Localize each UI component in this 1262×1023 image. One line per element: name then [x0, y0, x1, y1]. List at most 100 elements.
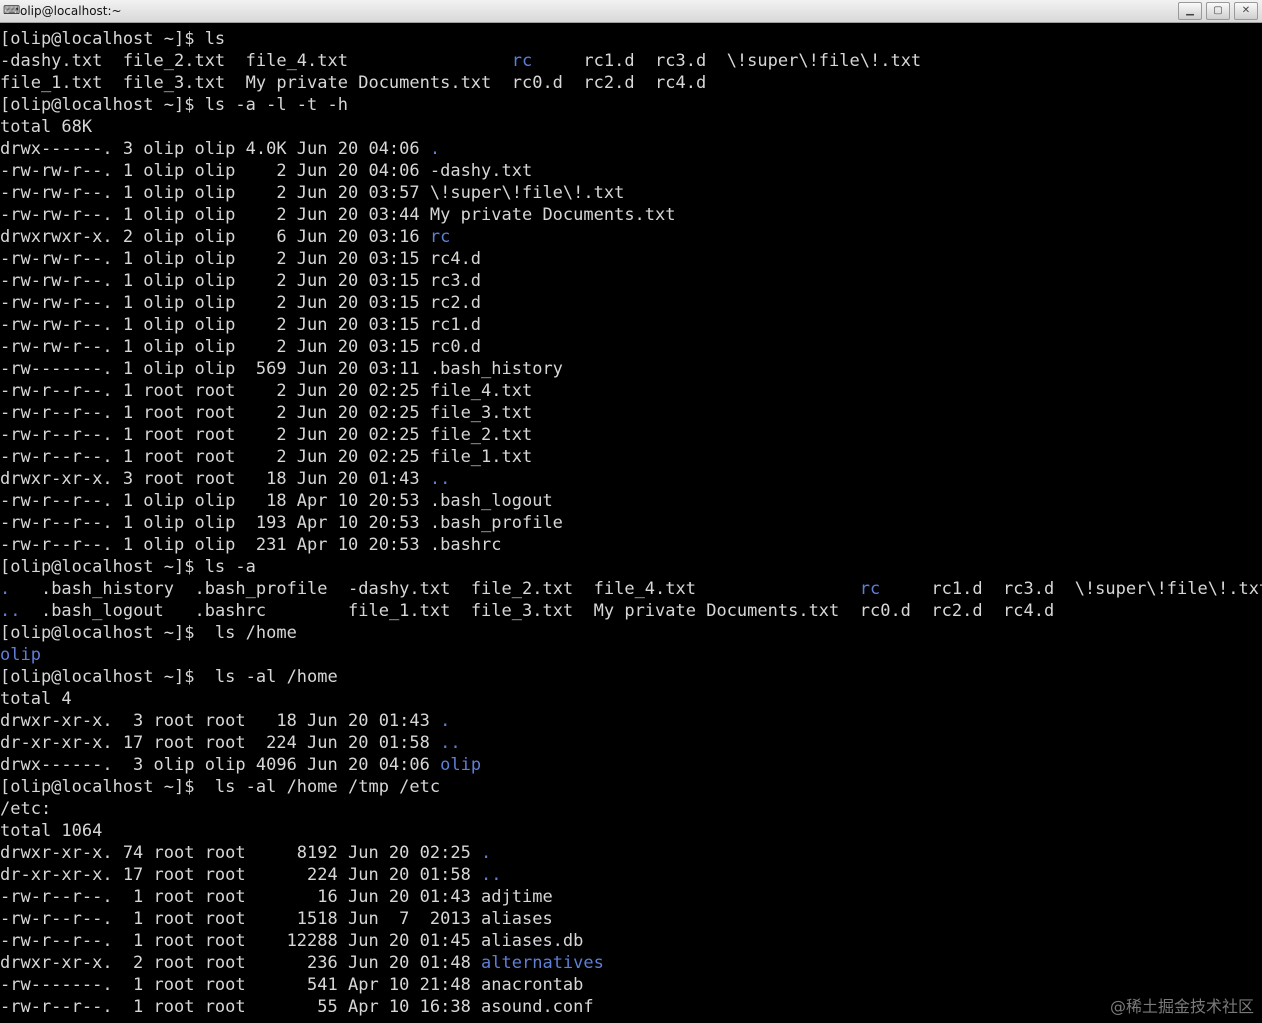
- terminal-line: -rw-r--r--. 1 olip olip 18 Apr 10 20:53 …: [0, 490, 1262, 512]
- terminal-line: -dashy.txt file_2.txt file_4.txt rc rc1.…: [0, 50, 1262, 72]
- terminal-text: -rw-r--r--. 1 root root 12288 Jun 20 01:…: [0, 931, 584, 951]
- terminal-line: file_1.txt file_3.txt My private Documen…: [0, 72, 1262, 94]
- terminal-text: -rw-rw-r--. 1 olip olip 2 Jun 20 03:57 \…: [0, 183, 625, 203]
- terminal-text: -rw-r--r--. 1 root root 55 Apr 10 16:38 …: [0, 997, 594, 1017]
- terminal-text: -rw-r--r--. 1 root root 2 Jun 20 02:25 f…: [0, 381, 533, 401]
- terminal-text: -rw-r--r--. 1 root root 1518 Jun 7 2013 …: [0, 909, 553, 929]
- terminal-line: -rw-rw-r--. 1 olip olip 2 Jun 20 03:15 r…: [0, 292, 1262, 314]
- directory-name: .: [481, 843, 492, 863]
- terminal-text: [olip@localhost ~]$ ls: [0, 29, 226, 49]
- terminal-line: /etc:: [0, 798, 1262, 820]
- terminal-text: .bash_history .bash_profile -dashy.txt f…: [10, 579, 860, 599]
- terminal-line: -rw-r--r--. 1 olip olip 193 Apr 10 20:53…: [0, 512, 1262, 534]
- terminal-line: [olip@localhost ~]$ ls: [0, 28, 1262, 50]
- terminal-line: -rw-------. 1 olip olip 569 Jun 20 03:11…: [0, 358, 1262, 380]
- terminal-output[interactable]: [olip@localhost ~]$ ls -dashy.txt file_2.…: [0, 28, 1262, 1023]
- terminal-line: -rw-rw-r--. 1 olip olip 2 Jun 20 03:57 \…: [0, 182, 1262, 204]
- terminal-text: drwx------. 3 olip olip 4.0K Jun 20 04:0…: [0, 139, 430, 159]
- terminal-text: drwxr-xr-x. 74 root root 8192 Jun 20 02:…: [0, 843, 482, 863]
- terminal-line: dr-xr-xr-x. 17 root root 224 Jun 20 01:5…: [0, 864, 1262, 886]
- terminal-line: olip: [0, 644, 1262, 666]
- terminal-line: -rw-r--r--. 1 root root 12288 Jun 20 01:…: [0, 930, 1262, 952]
- terminal-line: total 1064: [0, 820, 1262, 842]
- terminal-text: -rw-------. 1 olip olip 569 Jun 20 03:11…: [0, 359, 563, 379]
- terminal-text: -rw-rw-r--. 1 olip olip 2 Jun 20 03:15 r…: [0, 337, 482, 357]
- terminal-text: -rw-r--r--. 1 olip olip 193 Apr 10 20:53…: [0, 513, 563, 533]
- directory-name: olip: [0, 645, 41, 665]
- terminal-line: -rw-rw-r--. 1 olip olip 2 Jun 20 03:15 r…: [0, 336, 1262, 358]
- terminal-line: -rw-r--r--. 1 root root 55 Apr 10 16:38 …: [0, 996, 1262, 1018]
- directory-name: ..: [0, 601, 21, 621]
- terminal-text: -rw-------. 1 root root 541 Apr 10 21:48…: [0, 975, 584, 995]
- terminal-text: .bash_logout .bashrc file_1.txt file_3.t…: [20, 601, 1055, 621]
- maximize-button[interactable]: ▢: [1206, 2, 1230, 20]
- directory-name: ..: [481, 865, 502, 885]
- window-controls: ▁ ▢ ✕: [1178, 2, 1258, 20]
- directory-name: rc: [429, 227, 451, 247]
- terminal-line: dr-xr-xr-x. 17 root root 224 Jun 20 01:5…: [0, 732, 1262, 754]
- minimize-button[interactable]: ▁: [1178, 2, 1202, 20]
- terminal-line: drwxr-xr-x. 3 root root 18 Jun 20 01:43 …: [0, 468, 1262, 490]
- terminal-text: [olip@localhost ~]$ ls /home: [0, 623, 297, 643]
- terminal-text: -rw-r--r--. 1 root root 2 Jun 20 02:25 f…: [0, 403, 533, 423]
- terminal-line: [olip@localhost ~]$ ls -al /home /tmp /e…: [0, 776, 1262, 798]
- terminal-text: -rw-rw-r--. 1 olip olip 2 Jun 20 03:15 r…: [0, 315, 482, 335]
- terminal-line: . .bash_history .bash_profile -dashy.txt…: [0, 578, 1262, 600]
- terminal-line: drwx------. 3 olip olip 4.0K Jun 20 04:0…: [0, 138, 1262, 160]
- terminal-line: [olip@localhost ~]$ ls /home: [0, 622, 1262, 644]
- directory-name: .: [440, 711, 451, 731]
- terminal-text: -rw-r--r--. 1 root root 2 Jun 20 02:25 f…: [0, 447, 533, 467]
- terminal-text: -rw-rw-r--. 1 olip olip 2 Jun 20 03:15 r…: [0, 271, 482, 291]
- directory-name: rc: [859, 579, 881, 599]
- terminal-line: .. .bash_logout .bashrc file_1.txt file_…: [0, 600, 1262, 622]
- terminal-line: [olip@localhost ~]$ ls -a: [0, 556, 1262, 578]
- terminal-text: rc1.d rc3.d \!super\!file\!.txt: [532, 51, 922, 71]
- terminal-line: -rw-rw-r--. 1 olip olip 2 Jun 20 03:15 r…: [0, 270, 1262, 292]
- window-title: olip@localhost:~: [20, 4, 122, 18]
- terminal-line: -rw-r--r--. 1 root root 2 Jun 20 02:25 f…: [0, 380, 1262, 402]
- terminal-text: -rw-rw-r--. 1 olip olip 2 Jun 20 03:15 r…: [0, 293, 482, 313]
- terminal-text: -rw-rw-r--. 1 olip olip 2 Jun 20 03:44 M…: [0, 205, 676, 225]
- terminal-line: drwxr-xr-x. 2 root root 236 Jun 20 01:48…: [0, 952, 1262, 974]
- terminal-line: drwxrwxr-x. 2 olip olip 6 Jun 20 03:16 r…: [0, 226, 1262, 248]
- terminal-text: total 1064: [0, 821, 103, 841]
- terminal-text: -rw-r--r--. 1 olip olip 18 Apr 10 20:53 …: [0, 491, 553, 511]
- terminal-line: -rw-r--r--. 1 root root 2 Jun 20 02:25 f…: [0, 402, 1262, 424]
- close-button[interactable]: ✕: [1234, 2, 1258, 20]
- terminal-icon: ⌨: [3, 3, 21, 17]
- terminal-text: total 68K: [0, 117, 93, 137]
- terminal-line: -rw-rw-r--. 1 olip olip 2 Jun 20 04:06 -…: [0, 160, 1262, 182]
- terminal-text: -rw-r--r--. 1 olip olip 231 Apr 10 20:53…: [0, 535, 502, 555]
- terminal-line: -rw-r--r--. 1 root root 2 Jun 20 02:25 f…: [0, 424, 1262, 446]
- directory-name: .: [429, 139, 441, 159]
- directory-name: ..: [440, 733, 461, 753]
- directory-name: alternatives: [481, 953, 604, 973]
- title-bar[interactable]: ⌨ olip@localhost:~ ▁ ▢ ✕: [0, 0, 1262, 23]
- directory-name: ..: [429, 469, 451, 489]
- terminal-text: dr-xr-xr-x. 17 root root 224 Jun 20 01:5…: [0, 865, 482, 885]
- terminal-line: drwxr-xr-x. 3 root root 18 Jun 20 01:43 …: [0, 710, 1262, 732]
- terminal-text: /etc:: [0, 799, 52, 819]
- terminal-text: total 4: [0, 689, 72, 709]
- directory-name: olip: [440, 755, 482, 775]
- terminal-line: [olip@localhost ~]$ ls -al /home: [0, 666, 1262, 688]
- terminal-line: total 4: [0, 688, 1262, 710]
- terminal-text: -rw-r--r--. 1 root root 2 Jun 20 02:25 f…: [0, 425, 533, 445]
- terminal-text: -rw-rw-r--. 1 olip olip 2 Jun 20 04:06 -…: [0, 161, 533, 181]
- terminal-text: [olip@localhost ~]$ ls -a: [0, 557, 256, 577]
- terminal-line: -rw-------. 1 root root 541 Apr 10 21:48…: [0, 974, 1262, 996]
- terminal-text: drwxr-xr-x. 3 root root 18 Jun 20 01:43: [0, 469, 430, 489]
- terminal-line: -rw-rw-r--. 1 olip olip 2 Jun 20 03:44 M…: [0, 204, 1262, 226]
- terminal-line: -rw-r--r--. 1 olip olip 231 Apr 10 20:53…: [0, 534, 1262, 556]
- watermark: @稀土掘金技术社区: [1109, 997, 1254, 1016]
- terminal-line: -rw-rw-r--. 1 olip olip 2 Jun 20 03:15 r…: [0, 248, 1262, 270]
- terminal-text: drwxr-xr-x. 2 root root 236 Jun 20 01:48: [0, 953, 482, 973]
- terminal-text: file_1.txt file_3.txt My private Documen…: [0, 73, 707, 93]
- terminal-window: ⌨ olip@localhost:~ ▁ ▢ ✕ [olip@localhost…: [0, 0, 1262, 1023]
- terminal-text: -rw-r--r--. 1 root root 16 Jun 20 01:43 …: [0, 887, 553, 907]
- terminal-text: [olip@localhost ~]$ ls -al /home /tmp /e…: [0, 777, 441, 797]
- terminal-text: -rw-rw-r--. 1 olip olip 2 Jun 20 03:15 r…: [0, 249, 482, 269]
- terminal-line: [olip@localhost ~]$ ls -a -l -t -h: [0, 94, 1262, 116]
- terminal-text: rc1.d rc3.d \!super\!file\!.txt: [880, 579, 1262, 599]
- terminal-text: dr-xr-xr-x. 17 root root 224 Jun 20 01:5…: [0, 733, 441, 753]
